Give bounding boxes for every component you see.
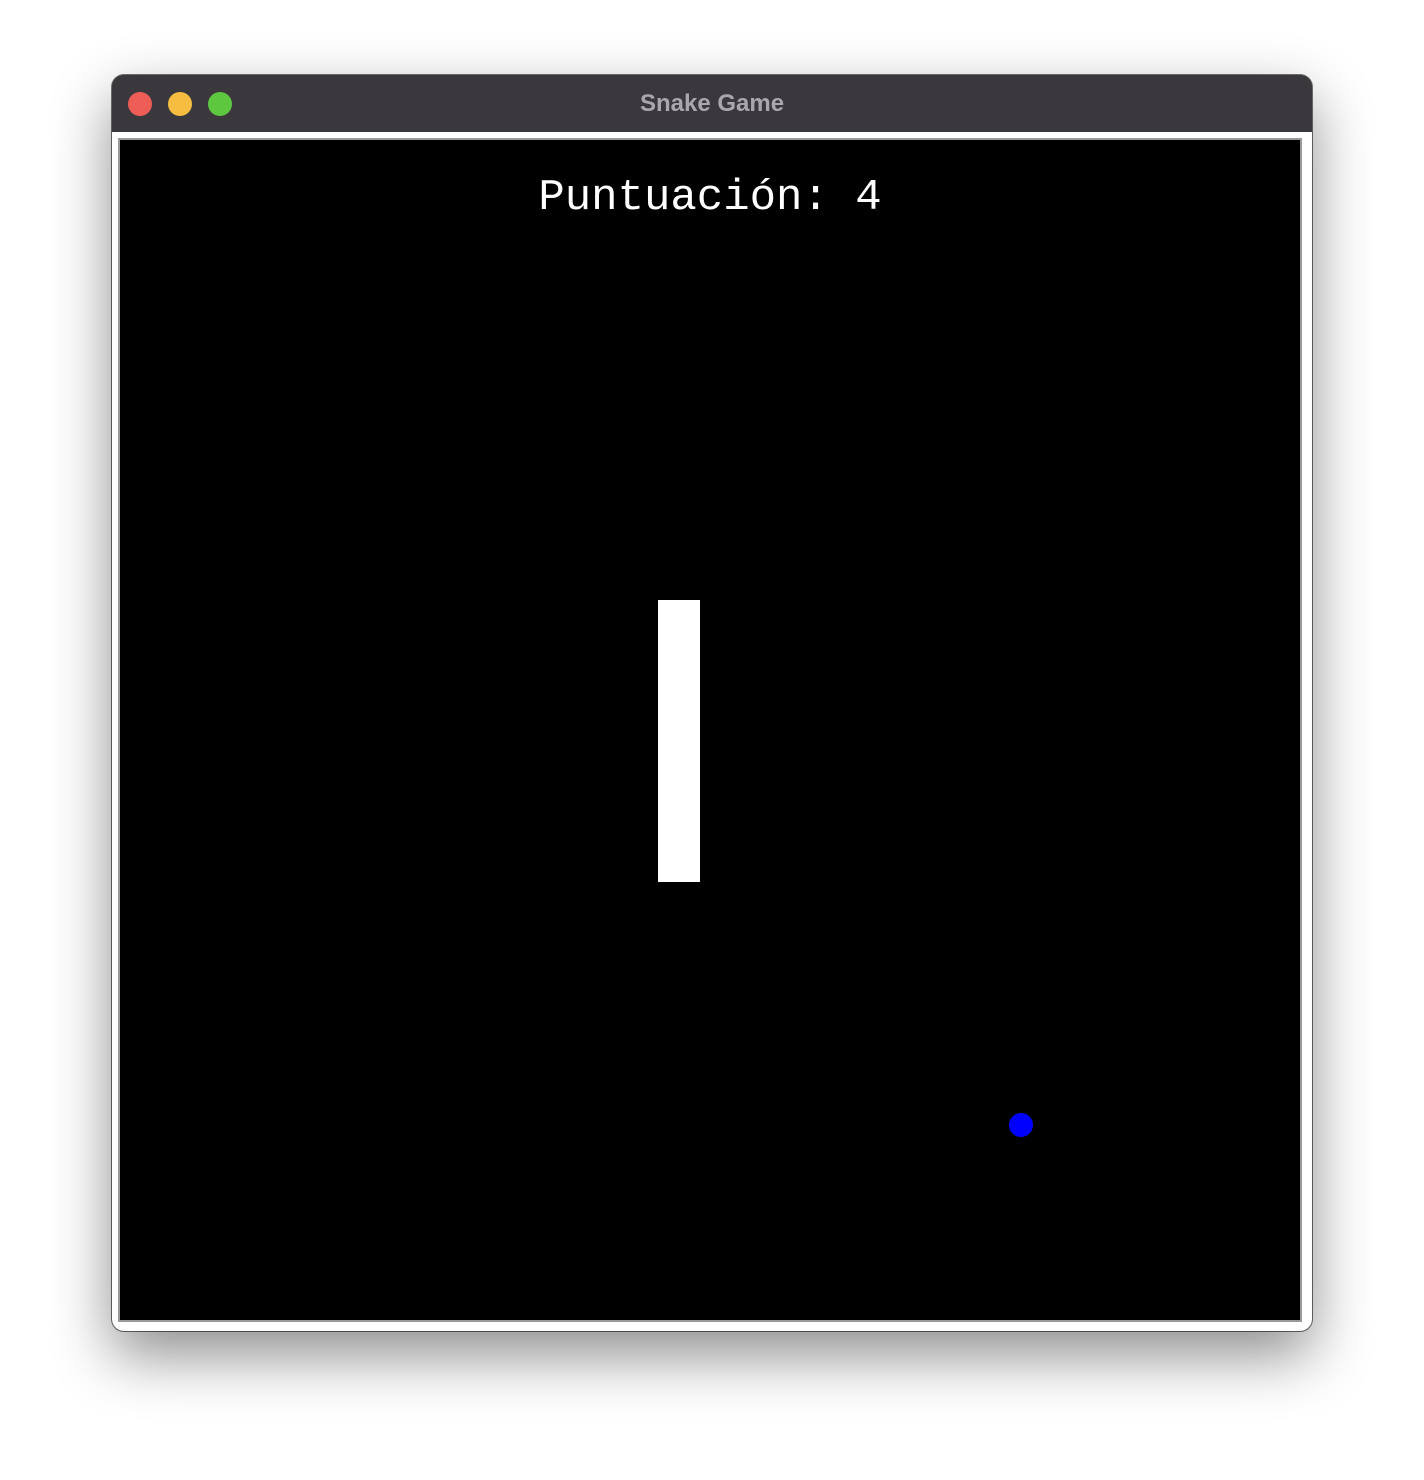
game-canvas[interactable]: Puntuación: 4 bbox=[118, 138, 1302, 1322]
score-label: Puntuación: bbox=[538, 173, 829, 223]
title-bar[interactable]: Snake Game bbox=[112, 75, 1312, 132]
food-pellet bbox=[1009, 1113, 1033, 1137]
game-window: Snake Game Puntuación: 4 bbox=[112, 75, 1312, 1331]
window-content: Puntuación: 4 bbox=[112, 132, 1312, 1331]
window-title: Snake Game bbox=[639, 90, 785, 117]
score-value: 4 bbox=[855, 173, 882, 223]
score-display: Puntuación: 4 bbox=[120, 170, 1300, 226]
snake-body bbox=[658, 600, 700, 882]
